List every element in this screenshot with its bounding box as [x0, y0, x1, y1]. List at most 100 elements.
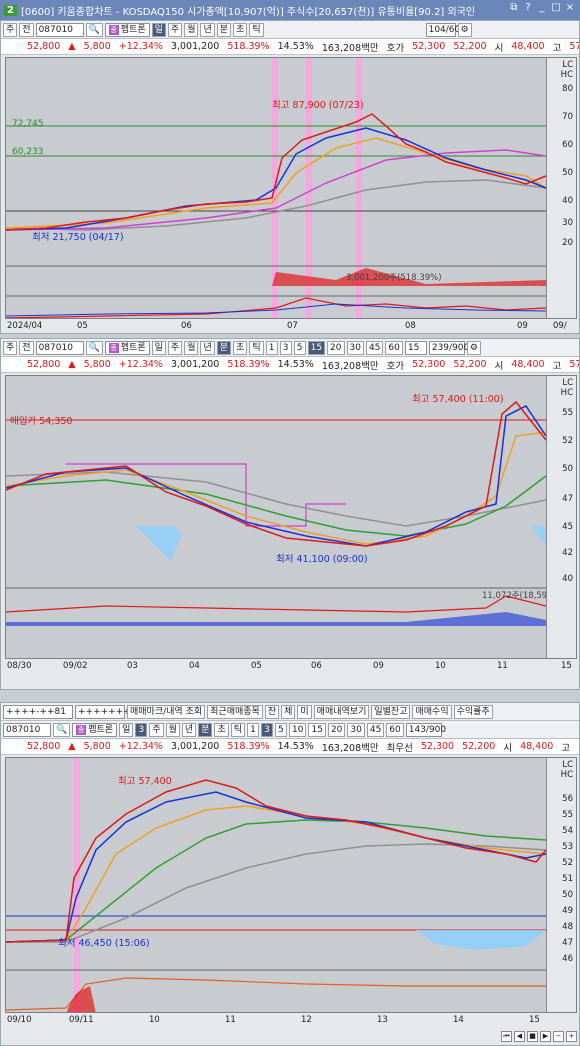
password-input[interactable]: +++++++++ — [75, 704, 146, 719]
stock-type-select[interactable]: 주 — [3, 22, 18, 37]
tab-minute[interactable]: 분 — [216, 340, 232, 355]
tab-month[interactable]: 월 — [184, 22, 199, 37]
min-15[interactable]: 15 — [307, 340, 326, 355]
daily-balance-button[interactable]: 일별잔고 — [371, 704, 411, 719]
interval-input[interactable]: 3 — [135, 722, 148, 737]
data-count[interactable]: 143/900 — [405, 722, 446, 737]
stock-name[interactable]: 종 펩트론 — [72, 722, 118, 737]
first-icon[interactable]: ⏮ — [501, 1030, 512, 1042]
y-tick: 47 — [562, 938, 573, 948]
tab-second[interactable]: 초 — [214, 722, 229, 737]
tab-week[interactable]: 주 — [149, 722, 164, 737]
min-30[interactable]: 30 — [347, 722, 365, 737]
axis-hc: HC — [560, 388, 573, 398]
stock-badge-icon: 종 — [108, 24, 119, 35]
min-60[interactable]: 60 — [386, 722, 404, 737]
price-chart-2[interactable]: 매입가 54,350 최고 57,400 (11:00) 최저 41,100 (… — [5, 375, 577, 659]
tab-day[interactable]: 일 — [119, 722, 134, 737]
help-icon[interactable]: ? — [522, 2, 534, 16]
ma20-line — [6, 805, 547, 943]
account-input[interactable]: ++++-++81 — [3, 704, 73, 719]
trade-profit-button[interactable]: 매매수익 — [412, 704, 452, 719]
settings-icon[interactable]: ⚙ — [466, 340, 481, 355]
tab-second[interactable]: 초 — [233, 22, 248, 37]
min-10[interactable]: 10 — [289, 722, 307, 737]
unfilled-button[interactable]: 미 — [297, 704, 312, 719]
x-tick: 03 — [127, 661, 138, 671]
trade-mark-button[interactable]: 매매마크/내역 조회 — [127, 704, 206, 719]
stock-name[interactable]: 종 펩트론 — [104, 340, 150, 355]
tab-year[interactable]: 년 — [200, 22, 215, 37]
minimize-icon[interactable]: _ — [536, 2, 548, 16]
tab-minute[interactable]: 분 — [198, 722, 213, 737]
tab-tick[interactable]: 틱 — [249, 340, 264, 355]
zoom-out-icon[interactable]: − — [553, 1030, 564, 1042]
min-3[interactable]: 3 — [279, 340, 292, 355]
all-button[interactable]: 전 — [19, 340, 34, 355]
chart-panel-daily: 주 전 087010 🔍 종 펩트론 일 주 월 년 분 초 틱 104/600 … — [0, 20, 580, 334]
stock-code-input[interactable]: 087010 — [35, 22, 84, 37]
ma20-line — [6, 431, 547, 545]
turnover: 14.53% — [277, 359, 314, 370]
stock-code-input[interactable]: 087010 — [3, 722, 51, 737]
min-1[interactable]: 1 — [247, 722, 260, 737]
zoom-in-icon[interactable]: + — [566, 1030, 577, 1042]
min-5[interactable]: 5 — [275, 722, 288, 737]
recent-trade-button[interactable]: 최근매매종목 — [207, 704, 263, 719]
min-1[interactable]: 1 — [265, 340, 278, 355]
search-icon[interactable]: 🔍 — [85, 340, 103, 355]
tab-second[interactable]: 초 — [233, 340, 248, 355]
filled-button[interactable]: 체 — [281, 704, 296, 719]
prev-icon[interactable]: ◀ — [514, 1030, 525, 1042]
min-30[interactable]: 30 — [346, 340, 364, 355]
change-percent: +12.34% — [118, 741, 163, 752]
data-count[interactable]: 239/900 — [428, 340, 469, 355]
tab-month[interactable]: 월 — [184, 340, 199, 355]
tab-day[interactable]: 일 — [151, 22, 166, 37]
y-tick: 48 — [562, 922, 573, 932]
stop-icon[interactable]: ■ — [527, 1030, 538, 1042]
stock-code-input[interactable]: 087010 — [35, 340, 84, 355]
data-count[interactable]: 104/600 — [425, 22, 466, 37]
min-15[interactable]: 15 — [308, 722, 326, 737]
min-20[interactable]: 20 — [327, 340, 345, 355]
search-icon[interactable]: 🔍 — [53, 722, 71, 737]
tab-year[interactable]: 년 — [181, 722, 197, 737]
tab-tick[interactable]: 틱 — [249, 22, 264, 37]
maximize-icon[interactable]: □ — [550, 2, 562, 16]
panel1-toolbar: 주 전 087010 🔍 종 펩트론 일 주 월 년 분 초 틱 104/600 … — [1, 21, 579, 39]
stock-type-select[interactable]: 주 — [3, 340, 18, 355]
balance-button[interactable]: 잔 — [264, 704, 280, 719]
settings-icon[interactable]: ⚙ — [457, 22, 472, 37]
trade-history-button[interactable]: 매매내역보기 — [313, 704, 370, 719]
title-controls: ⧉ ? _ □ × — [508, 2, 576, 16]
turnover: 14.53% — [277, 41, 314, 52]
tab-minute[interactable]: 분 — [216, 22, 232, 37]
ask2: 52,200 — [462, 741, 496, 752]
title-bar[interactable]: 2 [0600] 키움종합차트 - KOSDAQ150 시가총액[10,907(… — [0, 0, 580, 20]
stock-name[interactable]: 종 펩트론 — [104, 22, 150, 37]
tab-tick[interactable]: 틱 — [230, 722, 246, 737]
tab-year[interactable]: 년 — [200, 340, 215, 355]
min-20[interactable]: 20 — [327, 722, 346, 737]
x-tick: 10 — [149, 1015, 160, 1025]
return-rate-button[interactable]: 수익률추 — [453, 704, 493, 719]
tab-week[interactable]: 주 — [167, 340, 183, 355]
price-chart-3[interactable]: 최고 57,400 최저 46,450 (15:06) LC HC 56 55 … — [5, 757, 577, 1013]
search-icon[interactable]: 🔍 — [85, 22, 103, 37]
close-icon[interactable]: × — [564, 2, 576, 16]
all-button[interactable]: 전 — [19, 22, 34, 37]
tab-week[interactable]: 주 — [167, 22, 183, 37]
min-45[interactable]: 45 — [365, 340, 384, 355]
interval-input[interactable]: 15 — [404, 340, 427, 355]
restore-icon[interactable]: ⧉ — [508, 2, 520, 16]
min-60[interactable]: 60 — [385, 340, 403, 355]
y-tick: 42 — [562, 548, 573, 558]
min-5[interactable]: 5 — [293, 340, 306, 355]
next-icon[interactable]: ▶ — [540, 1030, 551, 1042]
tab-month[interactable]: 월 — [165, 722, 180, 737]
min-3[interactable]: 3 — [261, 722, 274, 737]
min-45[interactable]: 45 — [366, 722, 385, 737]
tab-day[interactable]: 일 — [151, 340, 166, 355]
price-chart-1[interactable]: 72,745 60,233 최고 87,900 (07/23) 최저 21,75… — [5, 57, 577, 319]
